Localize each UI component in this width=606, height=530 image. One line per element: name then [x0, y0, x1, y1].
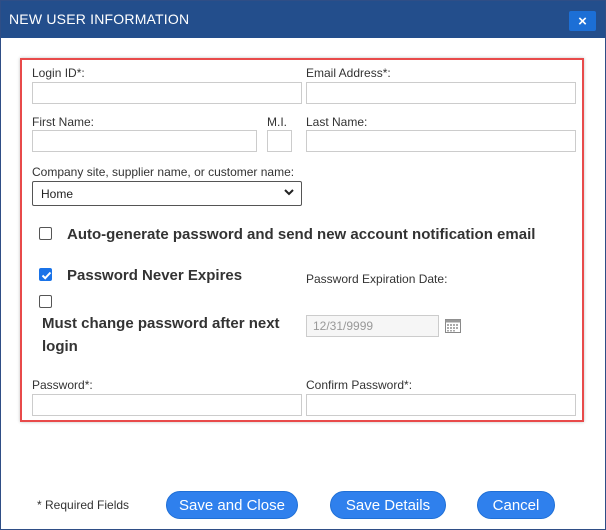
auto-generate-checkbox[interactable]	[39, 227, 52, 240]
company-selected-value: Home	[41, 187, 74, 201]
expiration-date-field[interactable]	[306, 315, 439, 337]
never-expires-label: Password Never Expires	[67, 267, 243, 284]
new-user-dialog: NEW USER INFORMATION × Login ID*: Email …	[0, 0, 606, 530]
company-label: Company site, supplier name, or customer…	[32, 165, 295, 179]
never-expires-checkbox[interactable]	[39, 268, 52, 281]
confirm-password-label: Confirm Password*:	[306, 378, 413, 392]
cancel-label: Cancel	[492, 496, 540, 514]
dialog-title: NEW USER INFORMATION	[9, 11, 190, 27]
checkmark-icon	[41, 271, 52, 280]
middle-initial-label: M.I.	[267, 115, 287, 129]
password-label: Password*:	[32, 378, 93, 392]
cancel-button[interactable]: Cancel	[477, 491, 555, 519]
password-field[interactable]	[32, 394, 302, 416]
save-and-close-label: Save and Close	[179, 496, 285, 514]
save-and-close-button[interactable]: Save and Close	[166, 491, 298, 519]
save-details-button[interactable]: Save Details	[330, 491, 446, 519]
first-name-field[interactable]	[32, 130, 257, 152]
auto-generate-label: Auto-generate password and send new acco…	[67, 226, 536, 243]
must-change-label-line2: login	[42, 338, 78, 355]
confirm-password-field[interactable]	[306, 394, 576, 416]
login-id-label: Login ID*:	[32, 66, 85, 80]
chevron-down-icon	[284, 189, 294, 196]
first-name-label: First Name:	[32, 115, 95, 129]
must-change-checkbox[interactable]	[39, 295, 52, 308]
login-id-field[interactable]	[32, 82, 302, 104]
close-button[interactable]: ×	[569, 11, 596, 31]
email-field[interactable]	[306, 82, 576, 104]
dialog-titlebar: NEW USER INFORMATION ×	[1, 1, 605, 38]
last-name-field[interactable]	[306, 130, 576, 152]
required-fields-note: * Required Fields	[37, 498, 130, 512]
must-change-label-line1: Must change password after next	[42, 315, 280, 332]
close-icon: ×	[578, 12, 587, 30]
save-details-label: Save Details	[345, 496, 431, 514]
company-select[interactable]: Home	[32, 181, 302, 206]
expiration-date-label: Password Expiration Date:	[306, 272, 448, 286]
last-name-label: Last Name:	[306, 115, 368, 129]
email-label: Email Address*:	[306, 66, 391, 80]
calendar-icon[interactable]	[445, 319, 461, 333]
middle-initial-field[interactable]	[267, 130, 292, 152]
